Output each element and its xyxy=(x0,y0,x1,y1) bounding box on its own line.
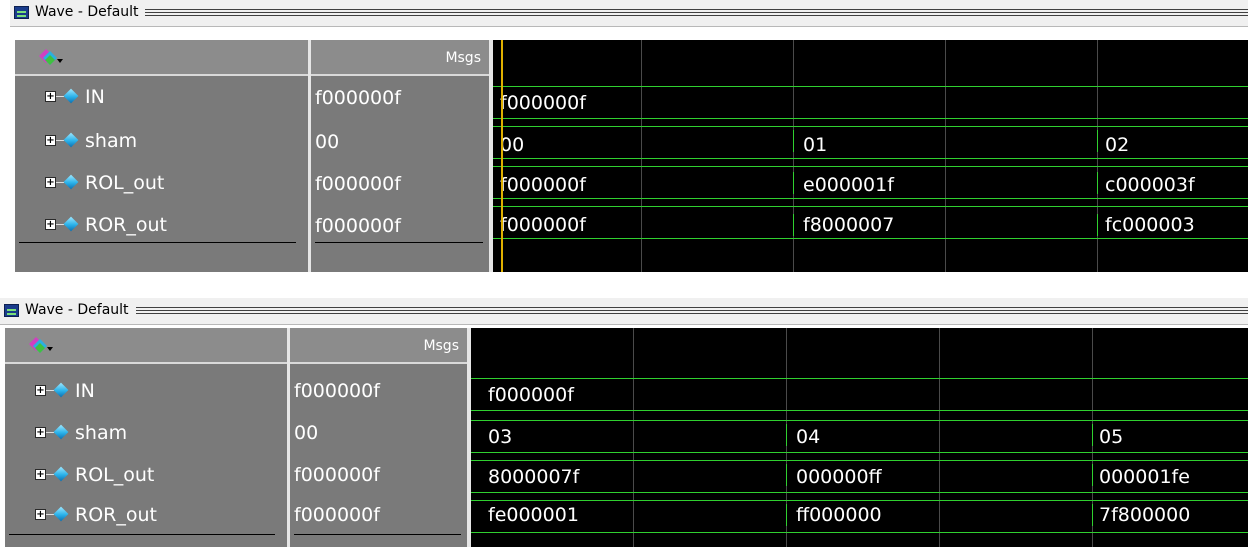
title-bar[interactable]: Wave - Default xyxy=(0,298,1248,325)
signal-value: 00 xyxy=(315,131,340,153)
wave-value: 000000ff xyxy=(796,466,882,488)
row-underline xyxy=(315,242,483,243)
msgs-column-header: Msgs xyxy=(290,328,467,364)
expand-plus-icon[interactable]: + xyxy=(45,177,56,188)
msgs-column-header: Msgs xyxy=(311,40,489,76)
row-underline xyxy=(19,242,296,243)
signal-diamond-icon xyxy=(63,216,79,232)
signal-name: sham xyxy=(85,130,138,152)
wave-window-2: Wave - Default + IN + sham + ROL_out + R… xyxy=(0,298,1248,547)
wave-tool-dropdown-icon[interactable] xyxy=(27,335,53,355)
wave-value: 03 xyxy=(488,426,513,448)
expand-plus-icon[interactable]: + xyxy=(35,427,46,438)
name-column-header xyxy=(5,328,287,364)
waveform-pane: f000000f 00 01 02 f000000f e000001f c000… xyxy=(493,40,1248,272)
expand-plus-icon[interactable]: + xyxy=(35,469,46,480)
signal-row-rol-out[interactable]: + ROL_out xyxy=(5,460,287,493)
wave-value: f000000f xyxy=(500,174,586,196)
wave-value: 02 xyxy=(1105,134,1130,156)
signal-name: ROL_out xyxy=(85,172,165,194)
wave-value: 8000007f xyxy=(488,466,580,488)
signal-name-pane: + IN + sham + ROL_out + ROR_out xyxy=(5,328,287,547)
expand-plus-icon[interactable]: + xyxy=(45,135,56,146)
signal-diamond-icon xyxy=(63,174,79,190)
signal-value: f000000f xyxy=(294,464,380,486)
name-column-header xyxy=(15,40,308,76)
expand-plus-icon[interactable]: + xyxy=(35,385,46,396)
signal-diamond-icon xyxy=(63,88,79,104)
signal-diamond-icon xyxy=(63,132,79,148)
msgs-pane: Msgs f000000f 00 f000000f f000000f xyxy=(287,328,467,547)
signal-row-sham[interactable]: + sham xyxy=(15,126,308,159)
row-underline xyxy=(294,534,461,535)
wave-value: ff000000 xyxy=(796,504,882,526)
window-title: Wave - Default xyxy=(25,302,129,318)
signal-value: f000000f xyxy=(315,173,401,195)
msgs-label: Msgs xyxy=(423,338,459,354)
signal-row-ror-out[interactable]: + ROR_out xyxy=(15,210,308,243)
expand-plus-icon[interactable]: + xyxy=(45,91,56,102)
expand-plus-icon[interactable]: + xyxy=(45,219,56,230)
msgs-pane: Msgs f000000f 00 f000000f f000000f xyxy=(308,40,489,272)
wave-value: f000000f xyxy=(488,384,574,406)
signal-value: f000000f xyxy=(294,504,380,526)
signal-row-sham[interactable]: + sham xyxy=(5,418,287,451)
waveform-window-icon xyxy=(14,6,29,19)
signal-name: ROR_out xyxy=(75,504,157,526)
signal-diamond-icon xyxy=(53,424,69,440)
wave-value: 7f800000 xyxy=(1099,504,1191,526)
signal-diamond-icon xyxy=(53,506,69,522)
signal-name: sham xyxy=(75,422,128,444)
signal-row-rol-out[interactable]: + ROL_out xyxy=(15,168,308,201)
wave-value: e000001f xyxy=(803,174,894,196)
row-underline xyxy=(9,534,275,535)
signal-row-in[interactable]: + IN xyxy=(5,376,287,409)
signal-value: f000000f xyxy=(294,380,380,402)
title-bar[interactable]: Wave - Default xyxy=(10,0,1248,27)
signal-diamond-icon xyxy=(53,466,69,482)
msgs-label: Msgs xyxy=(445,50,481,66)
wave-value: c000003f xyxy=(1105,174,1195,196)
signal-value: f000000f xyxy=(315,215,401,237)
waveform-pane: f000000f 03 04 05 8000007f 000000ff 0000… xyxy=(471,328,1248,547)
wave-value: 00 xyxy=(500,134,525,156)
signal-name-pane: + IN + sham + ROL_out + ROR_out xyxy=(15,40,308,272)
title-bar-grip xyxy=(145,9,1248,16)
wave-value: 04 xyxy=(796,426,821,448)
wave-value: 01 xyxy=(803,134,828,156)
wave-value: fe000001 xyxy=(488,504,579,526)
signal-diamond-icon xyxy=(53,382,69,398)
wave-tool-dropdown-icon[interactable] xyxy=(37,47,63,67)
signal-name: ROR_out xyxy=(85,214,167,236)
wave-window-1: Wave - Default + IN + sham + ROL_out + R… xyxy=(10,0,1248,272)
waveform-window-icon xyxy=(4,304,19,317)
expand-plus-icon[interactable]: + xyxy=(35,509,46,520)
wave-value: f000000f xyxy=(500,214,586,236)
signal-name: ROL_out xyxy=(75,464,155,486)
wave-value: f8000007 xyxy=(803,214,895,236)
wave-value: 05 xyxy=(1099,426,1124,448)
signal-row-ror-out[interactable]: + ROR_out xyxy=(5,500,287,533)
signal-name: IN xyxy=(75,380,95,402)
wave-value: 000001fe xyxy=(1099,466,1190,488)
signal-value: 00 xyxy=(294,422,319,444)
wave-value: f000000f xyxy=(500,92,586,114)
wave-value: fc000003 xyxy=(1105,214,1195,236)
signal-name: IN xyxy=(85,86,105,108)
title-bar-grip xyxy=(136,307,1248,314)
window-title: Wave - Default xyxy=(35,4,139,20)
signal-row-in[interactable]: + IN xyxy=(15,82,308,115)
time-cursor[interactable] xyxy=(501,40,503,272)
signal-value: f000000f xyxy=(315,87,401,109)
